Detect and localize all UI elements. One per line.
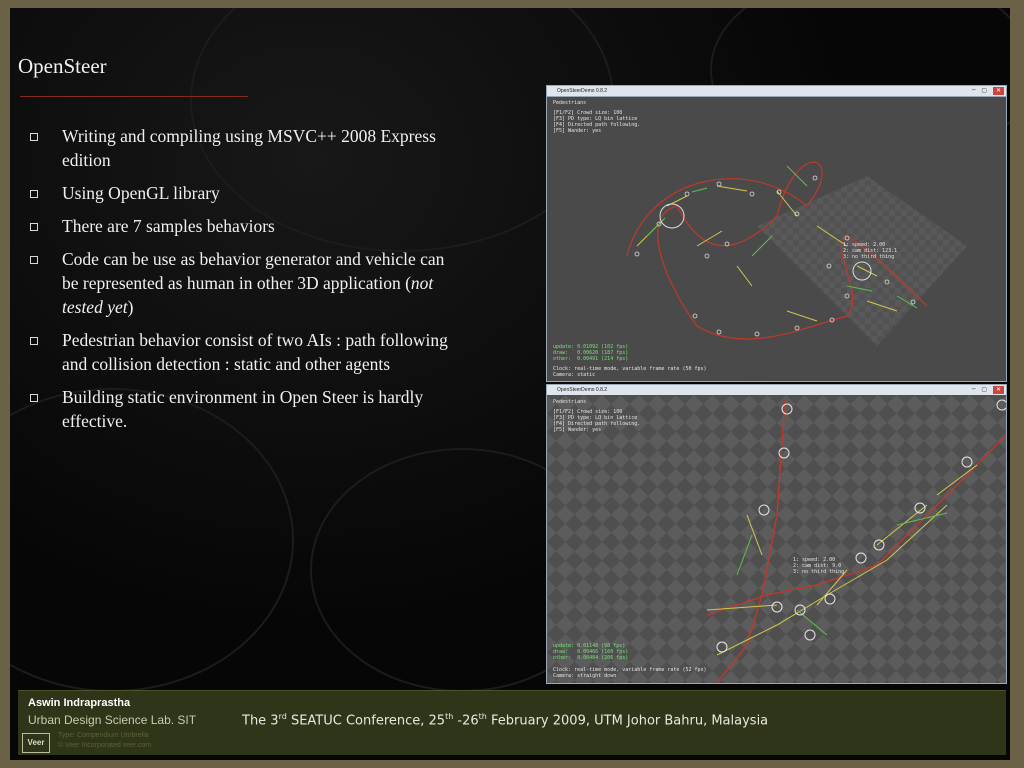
bullet-text: Building static environment in Open Stee… bbox=[62, 387, 424, 431]
opensteer-screenshot-bottom: OpenSteerDemo 0.8.2 ─ ▢ ✕ Pedestrians [F… bbox=[546, 384, 1007, 684]
square-bullet-icon bbox=[30, 190, 38, 198]
bullet-item: Writing and compiling using MSVC++ 2008 … bbox=[22, 124, 462, 172]
bullet-item: There are 7 samples behaviors bbox=[22, 214, 462, 238]
bullet-item: Building static environment in Open Stee… bbox=[22, 385, 462, 433]
conf-text: -26 bbox=[453, 713, 479, 729]
options-text: [F1/F2] Crowd size: 100 [F3] PD type: LQ… bbox=[553, 110, 641, 134]
watermark-text: © Veer Incorporated veer.com bbox=[58, 742, 152, 749]
simulation-view bbox=[547, 395, 1006, 683]
bullet-text: There are 7 samples behaviors bbox=[62, 216, 275, 236]
conf-sup: th bbox=[478, 712, 487, 721]
clock-status: Clock: real-time mode, variable frame ra… bbox=[553, 366, 707, 378]
bullet-text: Pedestrian behavior consist of two AIs :… bbox=[62, 330, 448, 374]
footer-bar: Aswin Indraprastha Urban Design Science … bbox=[18, 690, 1006, 755]
bullet-text-close: ) bbox=[127, 297, 134, 317]
simulation-view bbox=[626, 161, 967, 346]
square-bullet-icon bbox=[30, 133, 38, 141]
frame-stats: update: 0.01092 (102 fps) draw: 0.00620 … bbox=[553, 344, 629, 362]
minimize-maximize-icons: ─ ▢ bbox=[971, 386, 990, 393]
conf-sup: rd bbox=[278, 712, 287, 721]
conf-text: February 2009, UTM Johor Bahru, Malaysia bbox=[486, 713, 769, 729]
options-text: [F1/F2] Crowd size: 100 [F3] PD type: LQ… bbox=[553, 409, 641, 433]
view-heading: Pedestrians bbox=[553, 399, 587, 405]
author-affiliation: Urban Design Science Lab. SIT bbox=[28, 713, 197, 727]
window-title: OpenSteerDemo 0.8.2 bbox=[557, 88, 608, 94]
view-heading: Pedestrians bbox=[553, 100, 587, 106]
conf-text: The 3 bbox=[242, 713, 279, 729]
window-title: OpenSteerDemo 0.8.2 bbox=[557, 387, 608, 393]
bullet-item: Pedestrian behavior consist of two AIs :… bbox=[22, 328, 462, 376]
bullet-text: Using OpenGL library bbox=[62, 183, 220, 203]
title-underline bbox=[20, 96, 248, 97]
vehicle-annotation: 1: speed: 2.00 2: cam dist: 9.0 3: no th… bbox=[793, 557, 845, 575]
close-icon: ✕ bbox=[992, 87, 1004, 95]
frame-stats: update: 0.01148 (98 fps) draw: 0.00466 (… bbox=[553, 643, 629, 661]
close-icon: ✕ bbox=[992, 386, 1004, 394]
slide-background: OpenSteer Writing and compiling using MS… bbox=[0, 0, 1024, 768]
window-controls: ─ ▢ ✕ bbox=[972, 87, 1004, 95]
bullet-item: Code can be use as behavior generator an… bbox=[22, 247, 462, 319]
conf-text: SEATUC Conference, 25 bbox=[286, 713, 446, 729]
author-name: Aswin Indraprastha bbox=[28, 697, 131, 709]
square-bullet-icon bbox=[30, 223, 38, 231]
square-bullet-icon bbox=[30, 337, 38, 345]
vehicle-annotation: 1: speed: 2.00 2: cam dist: 123.1 3: no … bbox=[843, 242, 898, 260]
bullet-list: Writing and compiling using MSVC++ 2008 … bbox=[22, 124, 462, 442]
square-bullet-icon bbox=[30, 256, 38, 264]
bullet-text: Code can be use as behavior generator an… bbox=[62, 249, 445, 293]
opensteer-screenshot-top: OpenSteerDemo 0.8.2 ─ ▢ ✕ Pedestrians [F… bbox=[546, 85, 1007, 382]
veer-logo: Veer bbox=[22, 733, 50, 753]
conference-caption: The 3rd SEATUC Conference, 25th -26th Fe… bbox=[242, 712, 768, 728]
square-bullet-icon bbox=[30, 394, 38, 402]
bullet-item: Using OpenGL library bbox=[22, 181, 462, 205]
bullet-text: Writing and compiling using MSVC++ 2008 … bbox=[62, 126, 436, 170]
window-controls: ─ ▢ ✕ bbox=[972, 386, 1004, 394]
watermark-text: Type: Compendium Umbrella bbox=[58, 732, 149, 739]
minimize-maximize-icons: ─ ▢ bbox=[971, 87, 990, 94]
slide-title: OpenSteer bbox=[18, 54, 107, 78]
clock-status: Clock: real-time mode, variable frame ra… bbox=[553, 667, 707, 679]
